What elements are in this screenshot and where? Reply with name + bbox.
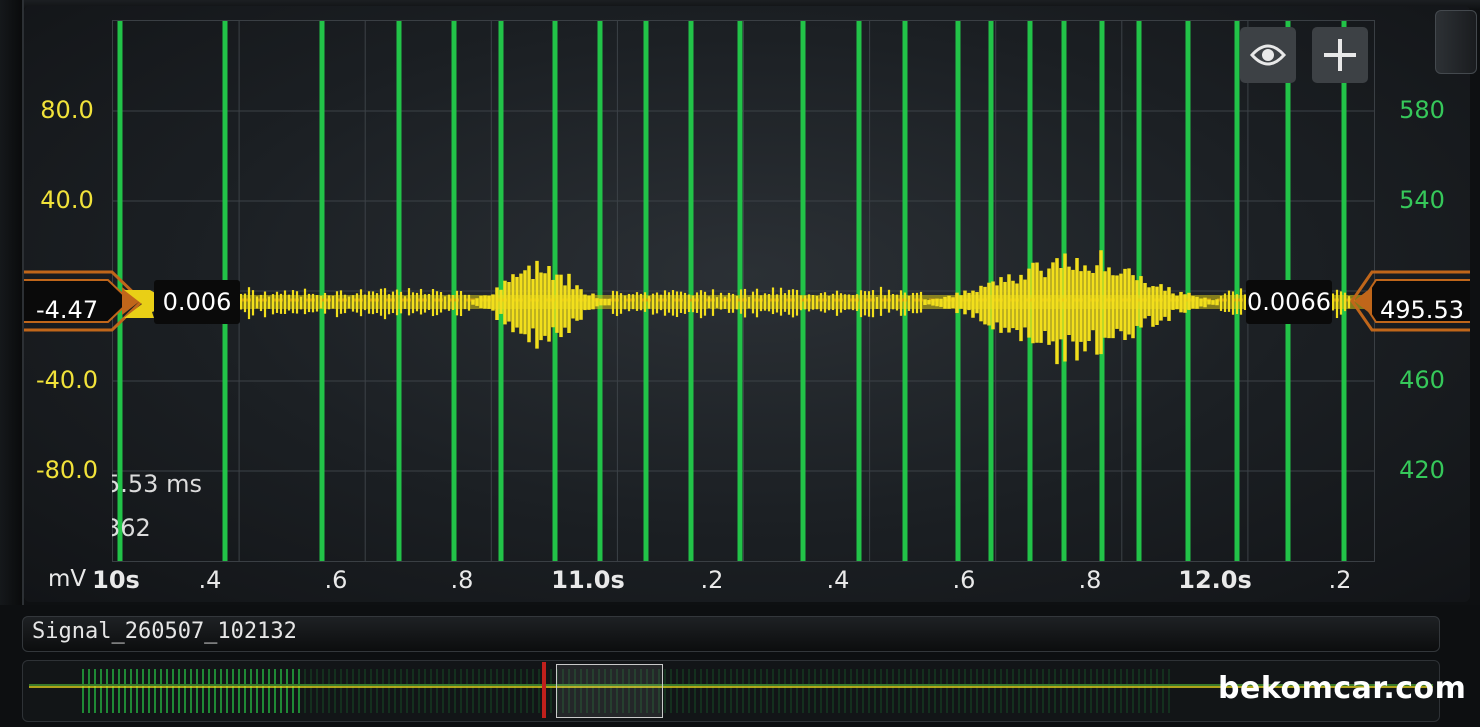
right-cursor-readout: 0.0066 [1246, 280, 1332, 324]
right-axis-tick: 580 [1399, 96, 1445, 124]
right-axis-tick: 420 [1399, 456, 1445, 484]
watermark: bekomcar.com [1218, 671, 1467, 706]
overview-position-marker[interactable] [542, 662, 546, 718]
count-readout: 362 [112, 514, 151, 542]
left-bezel [0, 0, 24, 605]
right-axis-tick: 460 [1399, 366, 1445, 394]
x-axis-tick: .4 [826, 566, 850, 594]
x-axis-tick: .2 [700, 566, 724, 594]
x-axis-tick: .4 [198, 566, 222, 594]
x-axis-tick: .2 [1328, 566, 1352, 594]
x-axis-tick: .8 [1078, 566, 1102, 594]
left-axis-tick: -40.0 [35, 366, 99, 394]
right-cursor-value: 495.53 [1380, 296, 1464, 324]
signal-name: Signal_260507_102132 [32, 619, 297, 644]
right-axis-tick: 540 [1399, 186, 1445, 214]
scope-plot-area[interactable] [112, 20, 1375, 562]
x-axis-unit: mV [48, 566, 87, 592]
left-axis-tick: -80.0 [35, 456, 99, 484]
duration-readout: 5.53 ms [112, 470, 202, 498]
waveform-canvas[interactable] [113, 21, 1374, 561]
plus-icon [1324, 39, 1356, 71]
x-axis-tick: 10s [92, 566, 140, 594]
left-cursor-readout: 0.006 [154, 280, 240, 324]
x-axis-tick: 11.0s [551, 566, 625, 594]
left-cursor-value: -4.47 [36, 296, 99, 324]
left-axis-tick: 80.0 [40, 96, 94, 124]
panel-drag-handle[interactable] [1435, 10, 1477, 74]
x-axis-tick: .6 [324, 566, 348, 594]
visibility-button[interactable] [1240, 27, 1296, 83]
overview-viewport-window[interactable] [556, 664, 663, 718]
eye-icon [1249, 44, 1287, 66]
x-axis-tick: .6 [952, 566, 976, 594]
x-axis-tick: .8 [450, 566, 474, 594]
add-button[interactable] [1312, 27, 1368, 83]
x-axis-tick: 12.0s [1178, 566, 1252, 594]
left-axis-tick: 40.0 [40, 186, 94, 214]
